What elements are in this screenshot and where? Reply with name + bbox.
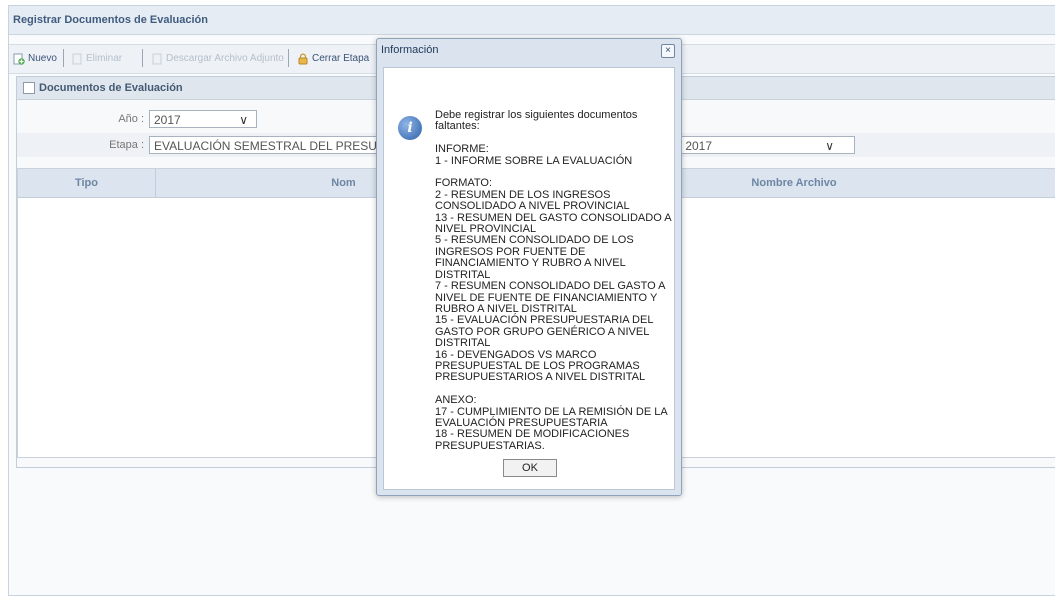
dialog-body: i Debe registrar los siguientes document…: [383, 67, 675, 490]
column-header-tipo[interactable]: Tipo: [18, 169, 156, 197]
toolbar-divider: [63, 49, 64, 67]
download-icon: [151, 53, 163, 65]
stage-label: Etapa :: [109, 139, 144, 151]
chevron-down-icon: ∨: [825, 139, 834, 153]
close-icon[interactable]: ×: [661, 44, 675, 58]
information-dialog: Información × i Debe registrar los sigui…: [376, 38, 682, 496]
section-title: Documentos de Evaluación: [39, 82, 183, 94]
new-button-label: Nuevo: [28, 53, 57, 64]
new-button[interactable]: Nuevo: [13, 52, 57, 66]
year-label: Año :: [118, 113, 144, 125]
dialog-title: Información: [381, 44, 439, 56]
year-select[interactable]: 2017 ∨: [149, 110, 257, 128]
delete-button-label: Eliminar: [86, 53, 123, 64]
new-document-icon: [13, 53, 25, 65]
collapse-checkbox-icon[interactable]: [23, 82, 35, 94]
ok-button[interactable]: OK: [503, 459, 557, 477]
stage-value: EVALUACIÓN SEMESTRAL DEL PRESUP: [154, 139, 385, 153]
download-attachment-button[interactable]: Descargar Archivo Adjunto: [151, 52, 284, 66]
chevron-down-icon: ∨: [239, 113, 248, 127]
year-value: 2017: [154, 113, 181, 127]
toolbar-divider: [288, 49, 289, 67]
toolbar-divider: [142, 49, 143, 67]
dialog-message: Debe registrar los siguientes documentos…: [435, 109, 672, 452]
info-icon: i: [398, 116, 422, 140]
panel-title: Registrar Documentos de Evaluación: [9, 6, 1055, 35]
delete-button[interactable]: Eliminar: [71, 52, 122, 66]
close-stage-button[interactable]: Cerrar Etapa: [297, 52, 369, 66]
lock-icon: [297, 53, 309, 65]
download-attachment-label: Descargar Archivo Adjunto: [166, 53, 284, 64]
close-stage-label: Cerrar Etapa: [312, 53, 370, 64]
dialog-titlebar[interactable]: Información ×: [377, 39, 681, 61]
delete-icon: [71, 53, 83, 65]
